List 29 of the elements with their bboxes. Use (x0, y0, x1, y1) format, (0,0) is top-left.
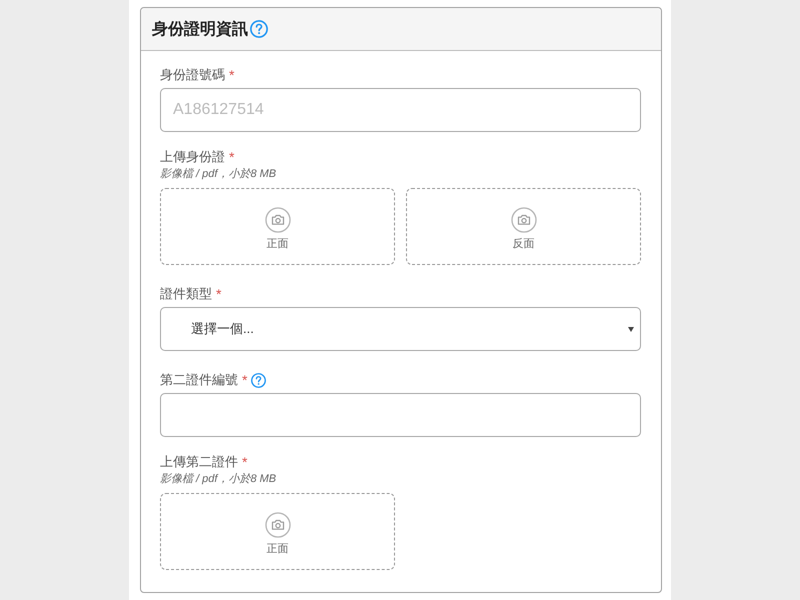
upload-label: 正面 (266, 542, 288, 556)
upload-button[interactable]: 正面 (160, 188, 395, 265)
help-icon[interactable] (251, 372, 266, 388)
field-label: 上傳身份證 (160, 148, 225, 166)
select-value: 選擇一個... (191, 320, 254, 338)
required-mark: * (242, 371, 248, 389)
field-label: 第二證件編號 (160, 371, 238, 389)
file-hint: 影像檔 / pdf，小於8 MB (160, 472, 278, 487)
camera-icon (264, 206, 290, 232)
text-input-field[interactable] (160, 393, 641, 437)
field-label: 證件類型 (160, 285, 212, 303)
select-dropdown[interactable]: 選擇一個... (160, 307, 641, 351)
required-mark: * (229, 148, 234, 166)
help-icon[interactable] (250, 20, 268, 38)
caret-icon (628, 326, 634, 332)
camera-icon (510, 206, 536, 232)
upload-button[interactable]: 正面 (160, 493, 395, 570)
camera-icon (264, 512, 290, 538)
required-mark: * (216, 285, 222, 303)
upload-label: 正面 (266, 236, 288, 250)
file-hint: 影像檔 / pdf，小於8 MB (160, 167, 278, 182)
upload-button[interactable]: 反面 (406, 188, 641, 265)
section-title: 身份證明資訊 (152, 19, 248, 40)
upload-label: 反面 (512, 236, 534, 250)
field-label: 身份證號碼 (160, 66, 225, 84)
field-label: 上傳第二證件 (160, 453, 238, 471)
required-mark: * (242, 453, 248, 471)
text-input-field[interactable]: A186127514 (160, 88, 641, 132)
required-mark: * (229, 66, 234, 84)
